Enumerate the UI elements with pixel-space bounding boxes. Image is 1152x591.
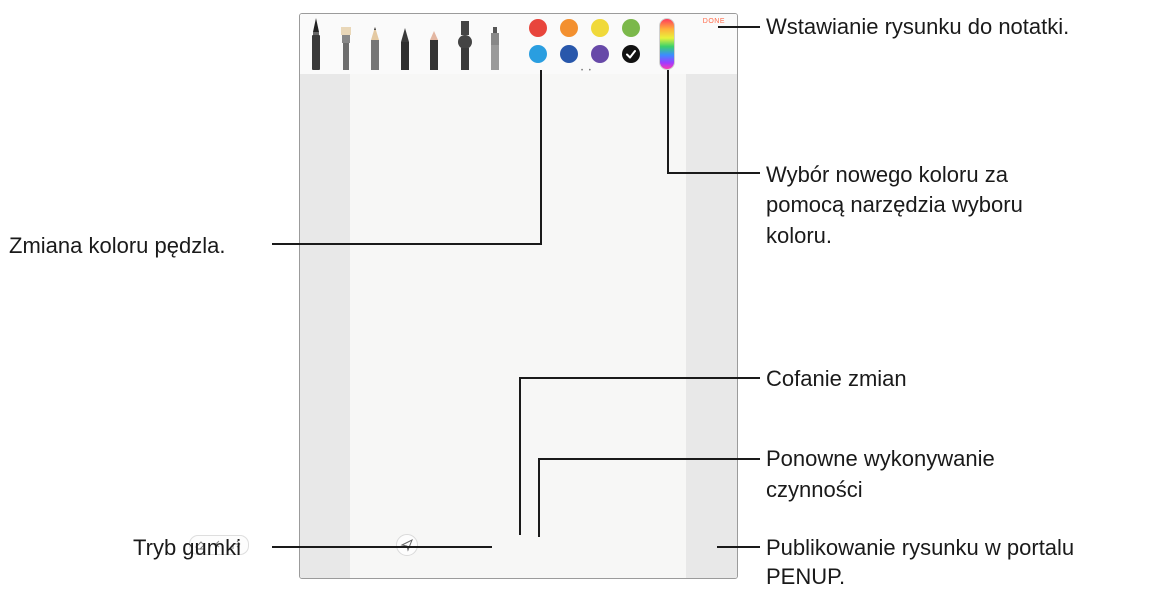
highlighter-tool[interactable] xyxy=(457,20,473,70)
fountain-pen-tool[interactable] xyxy=(399,26,411,70)
label-insert-drawing: Wstawianie rysunku do notatki. xyxy=(766,14,1070,39)
checkmark-icon xyxy=(626,50,636,59)
publish-button[interactable] xyxy=(396,534,418,556)
callout-line-eraser xyxy=(272,546,492,548)
label-undo: Cofanie zmian xyxy=(766,366,907,391)
label-color-picker-3: koloru. xyxy=(766,223,833,248)
callout-line-undo-v xyxy=(519,377,521,535)
color-swatch-red[interactable] xyxy=(529,19,547,37)
label-publish-1: Publikowanie rysunku w portalu xyxy=(766,535,1075,560)
drawing-toolbar: • • DONE xyxy=(300,14,737,74)
callout-line-picker-v xyxy=(667,70,669,173)
color-swatch-blue[interactable] xyxy=(560,45,578,63)
label-change-brush-color: Zmiana koloru pędzla. xyxy=(9,233,226,258)
callout-line-picker-h xyxy=(667,172,760,174)
callout-line-insert xyxy=(718,26,760,28)
callout-line-publish xyxy=(717,546,760,548)
drawing-canvas[interactable] xyxy=(350,74,686,578)
color-swatch-orange[interactable] xyxy=(560,19,578,37)
callout-line-brush-v xyxy=(540,70,542,244)
callout-line-redo-v xyxy=(538,458,540,537)
spray-tool[interactable] xyxy=(489,26,501,70)
calligraphy-brush-tool[interactable] xyxy=(339,26,353,70)
label-redo-1: Ponowne wykonywanie xyxy=(766,446,995,471)
callout-line-undo-h xyxy=(519,377,760,379)
color-swatch-green[interactable] xyxy=(622,19,640,37)
done-button[interactable]: DONE xyxy=(703,18,725,25)
send-icon xyxy=(400,538,413,552)
label-color-picker-2: pomocą narzędzia wyboru xyxy=(766,192,1023,217)
callout-line-brush-h xyxy=(272,243,542,245)
pencil-tool[interactable] xyxy=(369,26,381,70)
label-publish-2: PENUP. xyxy=(766,564,846,589)
color-picker-button[interactable] xyxy=(659,18,675,70)
color-swatch-light-blue[interactable] xyxy=(529,45,547,63)
pen-tool[interactable] xyxy=(310,16,322,70)
marker-tool[interactable] xyxy=(428,30,440,70)
callout-line-redo-h xyxy=(538,458,760,460)
color-swatch-purple[interactable] xyxy=(591,45,609,63)
label-eraser: Tryb gumki xyxy=(133,535,241,560)
label-redo-2: czynności xyxy=(766,477,863,502)
color-swatch-black-selected[interactable] xyxy=(622,45,640,63)
label-color-picker-1: Wybór nowego koloru za xyxy=(766,162,1008,187)
color-swatch-yellow[interactable] xyxy=(591,19,609,37)
